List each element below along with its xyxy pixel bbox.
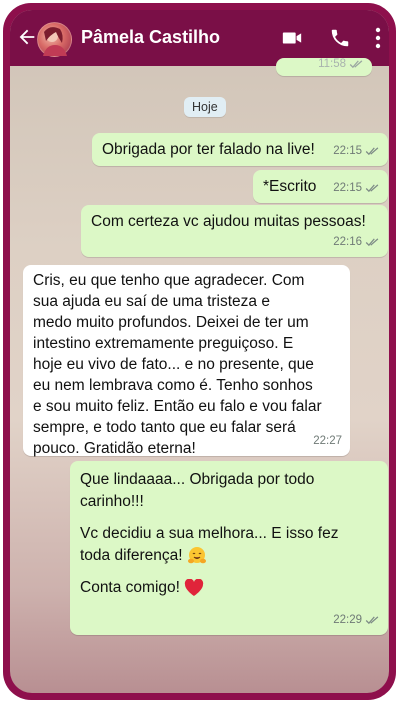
message-text: Obrigada por ter falado na live! (102, 141, 315, 158)
outgoing-message-bubble[interactable]: Que lindaaaa... Obrigada por todo carinh… (70, 461, 388, 635)
read-ticks-icon (349, 60, 363, 69)
contact-name[interactable]: Pâmela Castilho (81, 27, 220, 48)
message-line: Conta comigo! (80, 579, 180, 596)
message-line: sempre, e todo tanto que eu falar será (33, 419, 296, 436)
message-list[interactable]: 11:58 Hoje Obrigada por ter falado na li… (10, 58, 389, 693)
message-line-with-emoji: toda diferença! (80, 545, 378, 567)
back-arrow-icon[interactable] (16, 26, 38, 48)
date-divider: Hoje (184, 97, 226, 117)
avatar[interactable] (37, 22, 72, 57)
message-line: eu nem lembrava como é. Tenho sonhos (33, 377, 313, 394)
message-line: pouco. Gratidão eterna! (33, 440, 196, 457)
message-time: 22:15 (333, 145, 362, 157)
outgoing-message-bubble[interactable]: Com certeza vc ajudou muitas pessoas! 22… (81, 205, 388, 257)
previous-message-bubble[interactable]: 11:58 (276, 58, 372, 76)
message-line: sua ajuda eu saí de uma tristeza e (33, 293, 270, 310)
message-line: carinho!!! (80, 493, 144, 510)
message-line: medo muito profundos. Deixei de ter um (33, 314, 309, 331)
read-ticks-icon (365, 147, 379, 156)
message-line: hoje eu vivo de fato... e no presente, q… (33, 356, 314, 373)
message-line-with-emoji: Conta comigo! (80, 577, 378, 599)
message-text: *Escrito (263, 178, 317, 195)
outgoing-message-bubble[interactable]: *Escrito 22:15 (253, 170, 388, 203)
avatar-photo (43, 27, 67, 56)
read-ticks-icon (365, 184, 379, 193)
message-line: intestino extremamente preguiçoso. E (33, 335, 294, 352)
hugging-face-emoji (187, 546, 206, 564)
message-time: 22:16 (333, 236, 362, 248)
video-call-icon[interactable] (280, 27, 304, 49)
red-heart-emoji (185, 578, 204, 596)
chat-screen: Pâmela Castilho 11:58 Hoje Obrigada por … (10, 10, 389, 693)
message-time: 22:29 (333, 614, 362, 626)
message-time: 22:27 (313, 435, 342, 447)
message-line: Cris, eu que tenho que agradecer. Com (33, 272, 305, 289)
phone-icon[interactable] (329, 27, 351, 49)
read-ticks-icon (365, 238, 379, 247)
phone-frame: Pâmela Castilho 11:58 Hoje Obrigada por … (3, 3, 396, 700)
message-line: Que lindaaaa... Obrigada por todo (80, 471, 315, 488)
more-vert-icon[interactable] (374, 27, 382, 49)
message-text: Com certeza vc ajudou muitas pessoas! (91, 213, 366, 230)
message-time: 11:58 (318, 58, 346, 70)
read-ticks-icon (365, 615, 379, 624)
message-line: toda diferença! (80, 547, 183, 564)
message-time: 22:15 (333, 182, 362, 194)
message-line: Vc decidiu a sua melhora... E isso fez (80, 525, 339, 542)
incoming-message-bubble[interactable]: Cris, eu que tenho que agradecer. Com su… (23, 265, 350, 457)
outgoing-message-bubble[interactable]: Obrigada por ter falado na live! 22:15 (92, 133, 388, 166)
message-line: e sou muito feliz. Então eu falo e vou f… (33, 398, 322, 415)
